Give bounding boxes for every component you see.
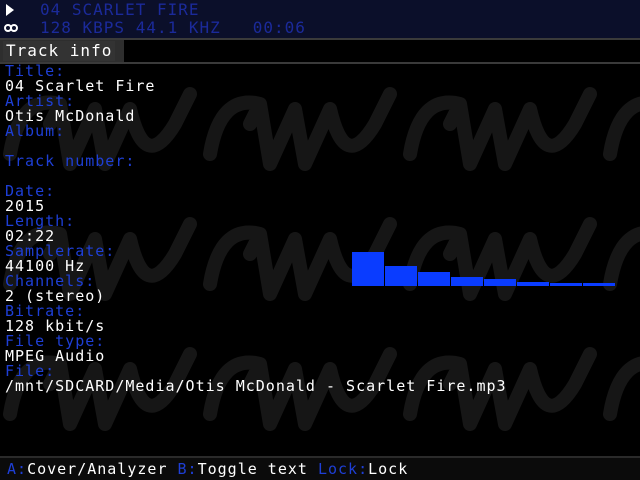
analyzer-bar: [484, 279, 516, 286]
stream-info: 128 KBPS 44.1 KHZ 00:06: [40, 19, 306, 37]
bitrate-samplerate: 128 KBPS 44.1 KHZ: [40, 18, 221, 37]
lock-button-action[interactable]: Lock: [368, 460, 408, 478]
play-icon: [6, 4, 14, 16]
status-bar: 04 SCARLET FIRE 128 KBPS 44.1 KHZ 00:06: [0, 0, 640, 38]
analyzer-bar: [418, 272, 450, 286]
now-playing-title: 04 SCARLET FIRE: [40, 0, 200, 19]
channels-value: 2 (stereo): [5, 287, 106, 305]
analyzer-bar: [550, 283, 582, 286]
album-label: Album:: [5, 122, 66, 140]
lock-button-key: Lock:: [317, 460, 369, 478]
a-button-action[interactable]: Cover/Analyzer: [27, 460, 167, 478]
button-hints: A:Cover/Analyzer B:Toggle text Lock:Lock: [7, 460, 408, 478]
artist-value: Otis McDonald: [5, 107, 136, 125]
screen-header: Track info: [0, 38, 640, 64]
button-hints-bar: A:Cover/Analyzer B:Toggle text Lock:Lock: [0, 456, 640, 480]
length-label: Length:: [5, 212, 76, 230]
analyzer-bar: [352, 252, 384, 286]
date-label: Date:: [5, 182, 56, 200]
a-button-key: A:: [7, 460, 28, 478]
file-path-value: /mnt/SDCARD/Media/Otis McDonald - Scarle…: [5, 377, 507, 395]
b-button-key: B:: [177, 460, 198, 478]
b-button-action[interactable]: Toggle text: [198, 460, 308, 478]
elapsed-time: 00:06: [252, 18, 306, 37]
date-value: 2015: [5, 197, 46, 215]
track-info-list: Title: 04 Scarlet Fire Artist: Otis McDo…: [5, 64, 635, 394]
page-title: Track info: [3, 41, 116, 61]
filetype-value: MPEG Audio: [5, 347, 106, 365]
track-number-label: Track number:: [5, 152, 136, 170]
stereo-icon: [4, 24, 18, 32]
analyzer-bar: [517, 282, 549, 286]
spectrum-analyzer: [352, 252, 615, 286]
analyzer-bar: [385, 266, 417, 286]
analyzer-bar: [583, 283, 615, 286]
title-value: 04 Scarlet Fire: [5, 77, 156, 95]
track-number-value: [5, 169, 635, 184]
analyzer-bar: [451, 277, 483, 286]
